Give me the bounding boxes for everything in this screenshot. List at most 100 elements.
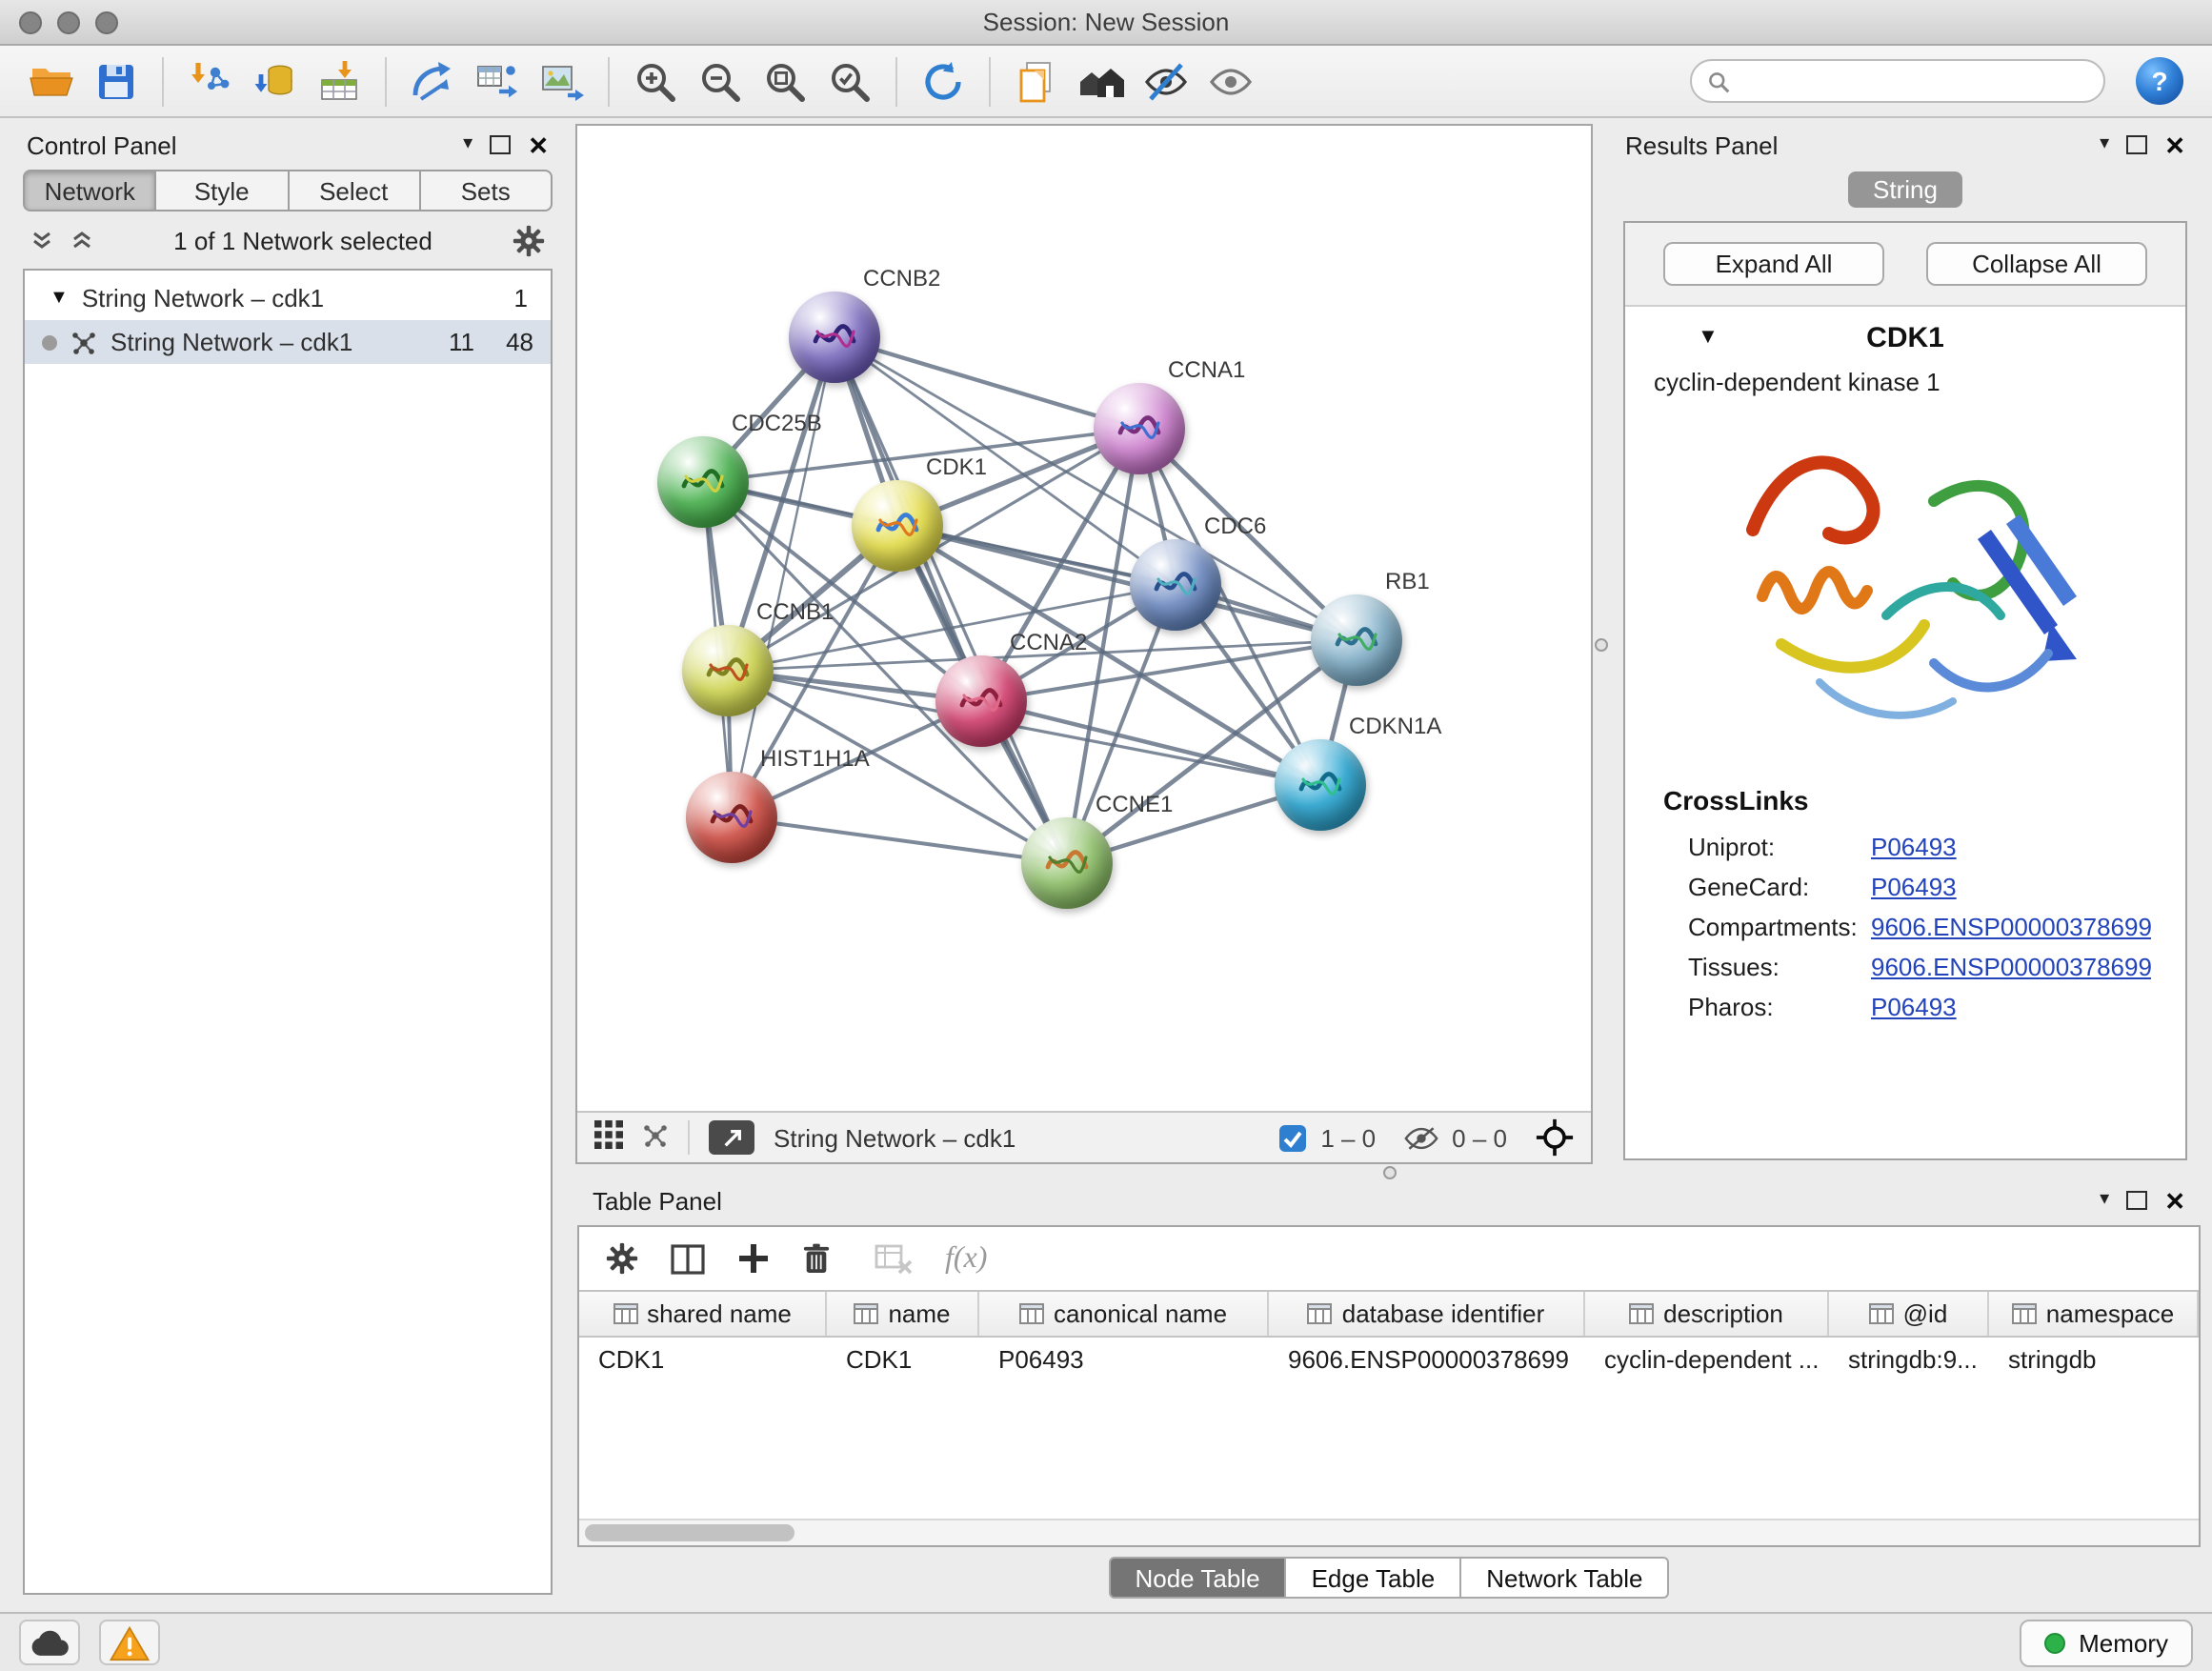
cell-description[interactable]: cyclin-dependent ... bbox=[1585, 1344, 1829, 1373]
search-input[interactable] bbox=[1739, 66, 2088, 96]
close-panel-icon[interactable]: ✕ bbox=[528, 132, 549, 157]
tab-network[interactable]: Network bbox=[23, 170, 157, 211]
network-node-ccna2[interactable] bbox=[935, 655, 1027, 747]
float-panel-icon[interactable] bbox=[490, 135, 511, 154]
network-row-selected[interactable]: String Network – cdk1 11 48 bbox=[25, 320, 551, 364]
column-header-canonical-name[interactable]: canonical name bbox=[979, 1292, 1269, 1336]
panel-menu-icon[interactable]: ▾ bbox=[2100, 1191, 2109, 1210]
selected-checkbox-icon[interactable] bbox=[1278, 1123, 1307, 1152]
table-gear-icon[interactable] bbox=[606, 1242, 638, 1275]
network-node-ccnb2[interactable] bbox=[789, 292, 880, 383]
column-header-database-identifier[interactable]: database identifier bbox=[1269, 1292, 1585, 1336]
open-session-button[interactable] bbox=[19, 50, 84, 111]
horizontal-splitter[interactable] bbox=[575, 1164, 2202, 1179]
close-panel-icon[interactable]: ✕ bbox=[2164, 132, 2185, 157]
table-row[interactable]: CDK1 CDK1 P06493 9606.ENSP00000378699 cy… bbox=[579, 1338, 2199, 1379]
column-header-name[interactable]: name bbox=[827, 1292, 979, 1336]
cell-name[interactable]: CDK1 bbox=[827, 1344, 979, 1373]
disclosure-triangle-icon[interactable]: ▼ bbox=[50, 288, 69, 309]
save-session-button[interactable] bbox=[84, 50, 149, 111]
panel-menu-icon[interactable]: ▾ bbox=[2100, 135, 2109, 154]
hidden-eye-icon[interactable] bbox=[1404, 1125, 1438, 1150]
add-column-icon[interactable] bbox=[737, 1242, 770, 1275]
apply-layout-button[interactable] bbox=[400, 50, 465, 111]
network-node-cdc6[interactable] bbox=[1130, 539, 1221, 631]
network-collection-row[interactable]: ▼ String Network – cdk1 1 bbox=[25, 276, 551, 320]
import-table-from-file-button[interactable] bbox=[307, 50, 372, 111]
tab-string[interactable]: String bbox=[1848, 171, 1962, 207]
new-network-from-selection-button[interactable] bbox=[465, 50, 530, 111]
refresh-button[interactable] bbox=[911, 50, 975, 111]
import-network-from-file-button[interactable] bbox=[177, 50, 242, 111]
zoom-fit-button[interactable] bbox=[753, 50, 817, 111]
network-node-ccne1[interactable] bbox=[1021, 817, 1113, 909]
network-node-ccnb1[interactable] bbox=[682, 625, 774, 716]
close-panel-icon[interactable]: ✕ bbox=[2164, 1188, 2185, 1213]
network-node-cdc25b[interactable] bbox=[657, 436, 749, 528]
crosslink-pharos[interactable]: P06493 bbox=[1871, 993, 1957, 1021]
network-canvas[interactable]: CCNB2CCNA1CDC25BCDK1CDC6RB1CCNB1CCNA2CDK… bbox=[577, 126, 1591, 1111]
cell-id[interactable]: stringdb:9... bbox=[1829, 1344, 1989, 1373]
tab-edge-table[interactable]: Edge Table bbox=[1287, 1557, 1462, 1599]
detach-view-button[interactable] bbox=[709, 1120, 754, 1155]
column-header-description[interactable]: description bbox=[1585, 1292, 1829, 1336]
collapse-all-networks-icon[interactable] bbox=[70, 229, 93, 252]
column-header-id[interactable]: @id bbox=[1829, 1292, 1989, 1336]
collapse-all-button[interactable]: Collapse All bbox=[1926, 242, 2147, 286]
disclosure-triangle-icon[interactable]: ▼ bbox=[1698, 326, 1719, 349]
memory-button[interactable]: Memory bbox=[2020, 1619, 2193, 1666]
zoom-out-button[interactable] bbox=[688, 50, 753, 111]
cloud-button[interactable] bbox=[19, 1620, 80, 1665]
expand-all-button[interactable]: Expand All bbox=[1663, 242, 1884, 286]
network-node-rb1[interactable] bbox=[1311, 594, 1402, 686]
tab-sets[interactable]: Sets bbox=[421, 170, 553, 211]
cell-database-identifier[interactable]: 9606.ENSP00000378699 bbox=[1269, 1344, 1585, 1373]
export-image-button[interactable] bbox=[530, 50, 594, 111]
copy-button[interactable] bbox=[1004, 50, 1069, 111]
tab-select[interactable]: Select bbox=[289, 170, 421, 211]
birds-eye-view-icon[interactable] bbox=[642, 1121, 669, 1154]
minimize-window-button[interactable] bbox=[57, 10, 80, 33]
close-window-button[interactable] bbox=[19, 10, 42, 33]
delete-column-icon[interactable] bbox=[802, 1242, 831, 1275]
tab-style[interactable]: Style bbox=[157, 170, 290, 211]
splitter-handle[interactable] bbox=[1382, 1165, 1396, 1178]
vertical-splitter[interactable] bbox=[1593, 124, 1608, 1164]
warnings-button[interactable] bbox=[99, 1620, 160, 1665]
splitter-handle[interactable] bbox=[1594, 637, 1607, 651]
home-button[interactable] bbox=[1069, 50, 1134, 111]
horizontal-scrollbar[interactable] bbox=[579, 1519, 2199, 1545]
float-panel-icon[interactable] bbox=[2126, 1191, 2147, 1210]
grid-mode-icon[interactable] bbox=[594, 1120, 623, 1155]
fit-selected-crosshair-icon[interactable] bbox=[1536, 1118, 1574, 1157]
expand-all-networks-icon[interactable] bbox=[30, 229, 53, 252]
panel-menu-icon[interactable]: ▾ bbox=[463, 135, 473, 154]
hide-graphics-details-button[interactable] bbox=[1134, 50, 1198, 111]
cell-canonical-name[interactable]: P06493 bbox=[979, 1344, 1269, 1373]
network-node-hist1h1a[interactable] bbox=[686, 772, 777, 863]
float-panel-icon[interactable] bbox=[2126, 135, 2147, 154]
zoom-selected-button[interactable] bbox=[817, 50, 882, 111]
show-columns-icon[interactable] bbox=[671, 1243, 705, 1274]
cell-namespace[interactable]: stringdb bbox=[1989, 1344, 2199, 1373]
scrollbar-thumb[interactable] bbox=[585, 1524, 794, 1541]
cell-shared-name[interactable]: CDK1 bbox=[579, 1344, 827, 1373]
crosslink-genecard[interactable]: P06493 bbox=[1871, 873, 1957, 901]
gear-icon[interactable] bbox=[513, 224, 545, 256]
help-button[interactable]: ? bbox=[2132, 54, 2185, 108]
column-header-shared-name[interactable]: shared name bbox=[579, 1292, 827, 1336]
crosslink-tissues[interactable]: 9606.ENSP00000378699 bbox=[1871, 953, 2152, 981]
show-graphics-details-button[interactable] bbox=[1198, 50, 1263, 111]
crosslink-compartments[interactable]: 9606.ENSP00000378699 bbox=[1871, 913, 2152, 941]
column-header-namespace[interactable]: namespace bbox=[1989, 1292, 2199, 1336]
zoom-window-button[interactable] bbox=[95, 10, 118, 33]
network-node-ccna1[interactable] bbox=[1094, 383, 1185, 474]
tab-node-table[interactable]: Node Table bbox=[1108, 1557, 1286, 1599]
search-field[interactable] bbox=[1690, 59, 2105, 103]
import-network-from-database-button[interactable] bbox=[242, 50, 307, 111]
crosslink-uniprot[interactable]: P06493 bbox=[1871, 833, 1957, 861]
network-node-cdkn1a[interactable] bbox=[1275, 739, 1366, 831]
tab-network-table[interactable]: Network Table bbox=[1461, 1557, 1669, 1599]
zoom-in-button[interactable] bbox=[623, 50, 688, 111]
network-node-cdk1[interactable] bbox=[852, 480, 943, 572]
